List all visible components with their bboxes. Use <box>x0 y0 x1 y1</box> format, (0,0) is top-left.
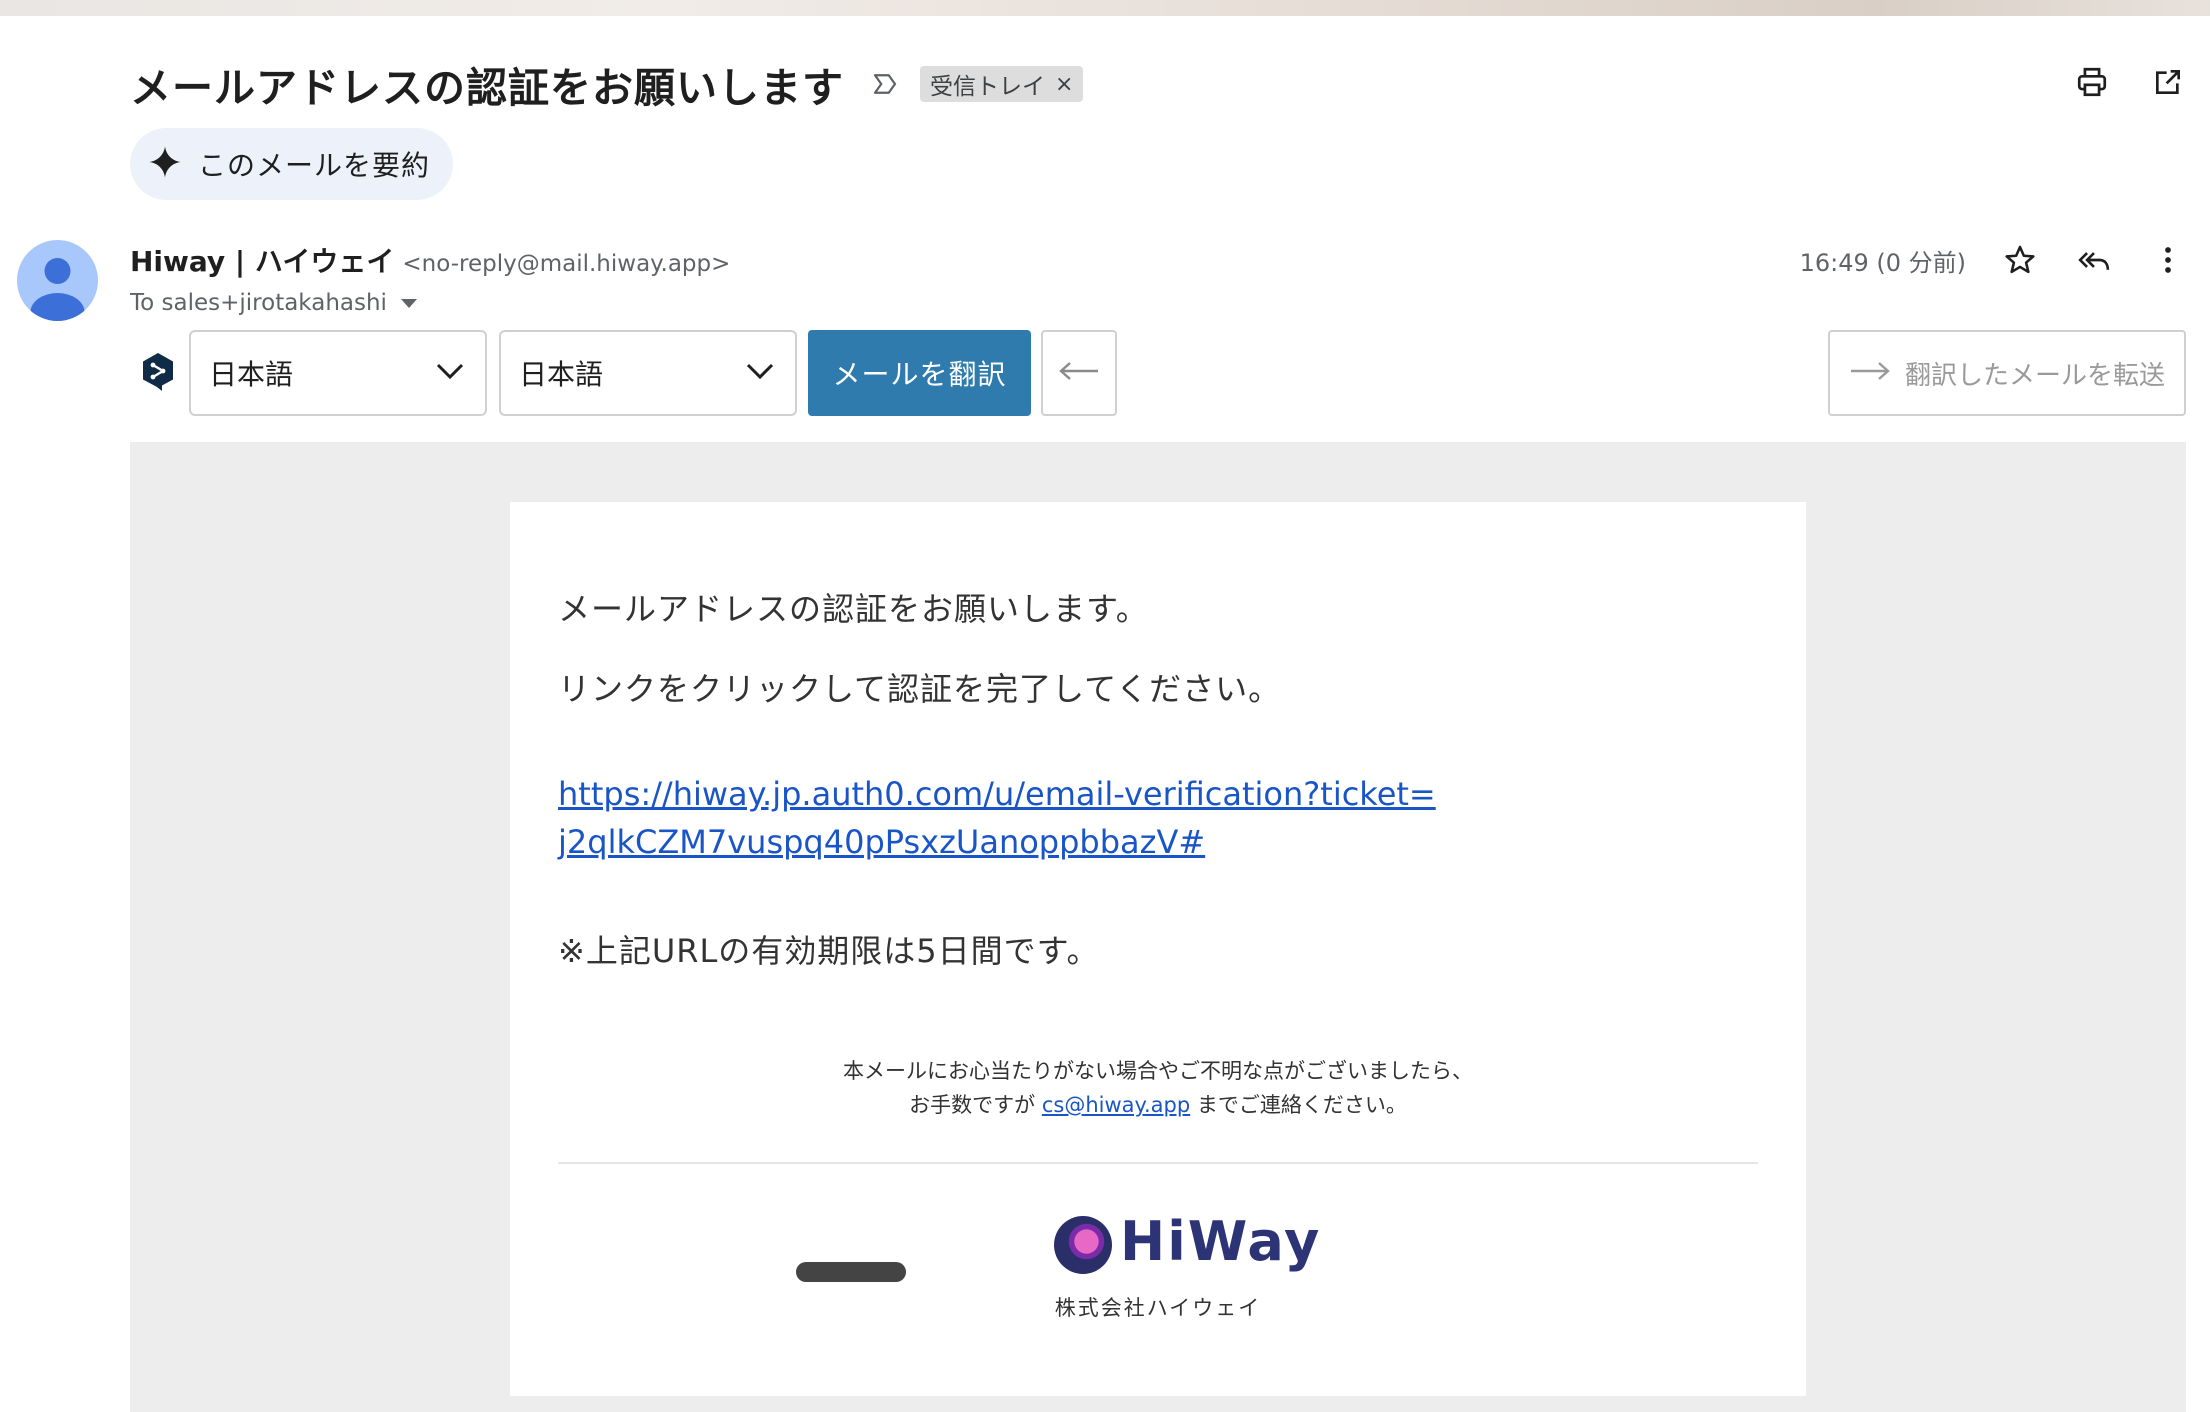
body-line-verify: メールアドレスの認証をお願いします。 <box>558 590 1149 628</box>
email-subject: メールアドレスの認証をお願いします <box>130 64 844 112</box>
body-line-click: リンクをクリックして認証を完了してください。 <box>558 670 1282 708</box>
hiway-logo-mark-icon <box>1054 1216 1112 1274</box>
forward-translated-email-button[interactable]: 翻訳したメールを転送 <box>1828 330 2186 416</box>
company-name: 株式会社ハイウェイ <box>1054 1296 1262 1320</box>
arrow-right-icon <box>1849 358 1891 388</box>
browser-top-strip <box>0 0 2210 16</box>
message-meta: 16:49 (0 分前) <box>1800 240 2188 280</box>
footer-line-2-prefix: お手数ですが <box>909 1093 1042 1117</box>
hiway-logo: HiWay <box>1030 1210 1430 1282</box>
message-time: 16:49 (0 分前) <box>1799 248 1966 277</box>
source-language-value: 日本語 <box>209 358 294 391</box>
remove-label-icon[interactable]: × <box>1055 72 1073 97</box>
scroll-handle-bar <box>796 1262 906 1282</box>
star-icon[interactable] <box>2000 240 2040 280</box>
recipient-text: To sales+jirotakahashi <box>130 290 387 316</box>
support-email-link[interactable]: cs@hiway.app <box>1042 1093 1190 1117</box>
summarize-email-button[interactable]: このメールを要約 <box>130 128 453 200</box>
caret-down-icon <box>400 298 417 308</box>
email-body-card: メールアドレスの認証をお願いします。 リンクをクリックして認証を完了してください… <box>510 502 1806 1396</box>
subject-actions <box>2072 62 2188 102</box>
forward-translated-label: 翻訳したメールを転送 <box>1904 360 2165 391</box>
verification-link-part2: j2qlkCZM7vuspq40pPsxzUanoppbbazV# <box>558 823 1206 861</box>
target-language-value: 日本語 <box>519 358 604 391</box>
arrow-left-icon <box>1058 361 1100 385</box>
label-important-icon[interactable] <box>870 68 902 100</box>
verification-link[interactable]: https://hiway.jp.auth0.com/u/email-verif… <box>558 770 1436 866</box>
source-language-select[interactable]: 日本語 <box>189 330 487 416</box>
footer-line-2: お手数ですが cs@hiway.app までご連絡ください。 <box>510 1088 1806 1122</box>
translate-email-button[interactable]: メールを翻訳 <box>808 330 1031 416</box>
sender-email: <no-reply@mail.hiway.app> <box>402 251 731 277</box>
inbox-label-text: 受信トレイ <box>930 74 1045 100</box>
reply-all-icon[interactable] <box>2074 240 2114 280</box>
inbox-label-chip: 受信トレイ × <box>920 66 1084 102</box>
sender-avatar[interactable] <box>17 240 98 321</box>
more-vert-icon[interactable] <box>2148 240 2188 280</box>
verification-link-part1: https://hiway.jp.auth0.com/u/email-verif… <box>558 775 1436 813</box>
recipient-details-toggle[interactable]: To sales+jirotakahashi <box>130 290 730 316</box>
target-language-select[interactable]: 日本語 <box>499 330 797 416</box>
summarize-label: このメールを要約 <box>198 149 431 182</box>
print-icon[interactable] <box>2072 62 2112 102</box>
footer-line-1: 本メールにお心当たりがない場合やご不明な点がございましたら、 <box>843 1059 1473 1083</box>
deepl-logo-icon <box>140 352 176 392</box>
subject-row: メールアドレスの認証をお願いします 受信トレイ × <box>130 52 1084 116</box>
chevron-down-icon <box>435 361 465 385</box>
footer-line-2-suffix: までご連絡ください。 <box>1190 1093 1407 1117</box>
open-in-new-icon[interactable] <box>2148 62 2188 102</box>
sender-info: Hiway | ハイウェイ <no-reply@mail.hiway.app> … <box>130 240 730 316</box>
hiway-logo-text: HiWay <box>1120 1210 1322 1273</box>
back-arrow-button[interactable] <box>1041 330 1117 416</box>
footer-divider <box>558 1162 1758 1164</box>
footer-note: 本メールにお心当たりがない場合やご不明な点がございましたら、 お手数ですが cs… <box>510 1054 1806 1122</box>
sparkle-icon <box>148 145 182 183</box>
chevron-down-icon <box>745 361 775 385</box>
sender-name[interactable]: Hiway | ハイウェイ <box>130 240 394 280</box>
body-line-expiry: ※上記URLの有効期限は5日間です。 <box>558 932 1100 970</box>
